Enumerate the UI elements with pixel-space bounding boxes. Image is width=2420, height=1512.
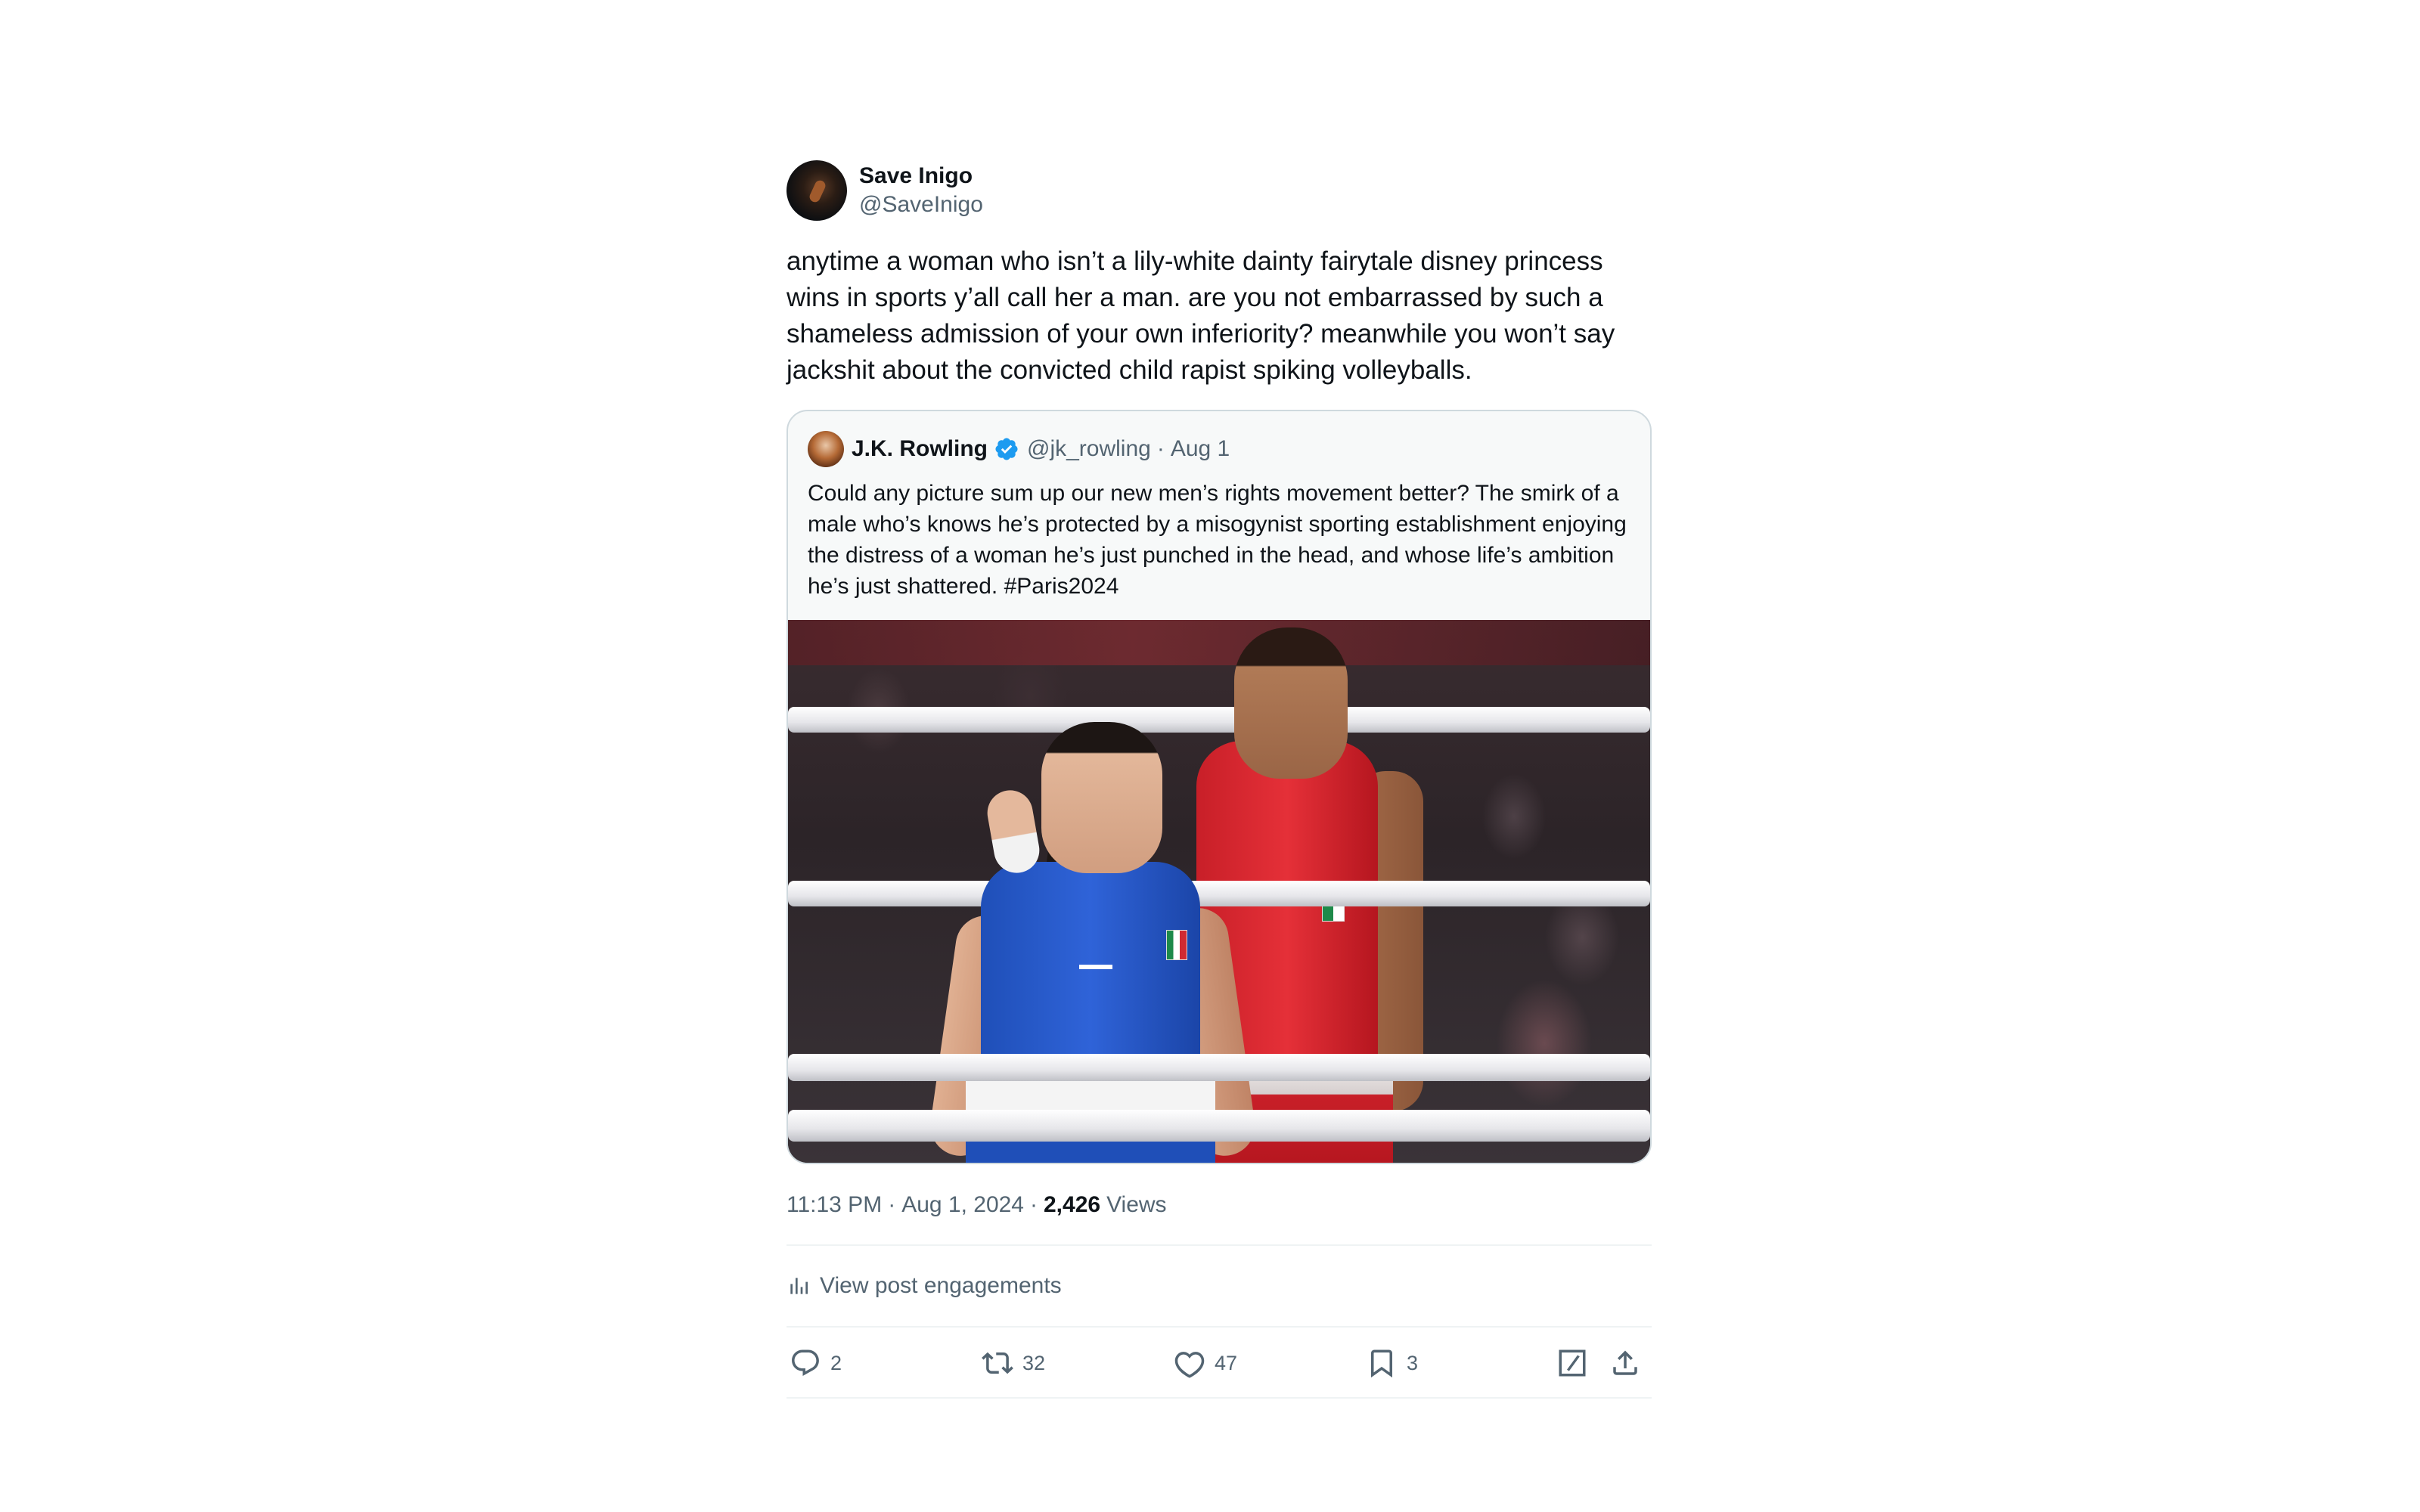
analytics-icon	[790, 1278, 808, 1294]
view-engagements-label: View post engagements	[820, 1273, 1062, 1298]
views-label: Views	[1106, 1192, 1167, 1217]
share-button[interactable]	[1609, 1347, 1650, 1379]
tweet: Save Inigo @SaveInigo anytime a woman wh…	[786, 159, 1652, 1399]
ring-rope	[788, 881, 1650, 906]
red-boxer-head	[1234, 627, 1348, 779]
repost-icon	[982, 1352, 1013, 1374]
like-icon	[1174, 1352, 1205, 1378]
quoted-separator: ·	[1156, 436, 1165, 461]
bookmark-count: 3	[1407, 1351, 1419, 1374]
tweet-author: Save Inigo @SaveInigo	[786, 159, 1652, 222]
quoted-tweet-header: J.K. Rowling @jk_rowling · Aug 1	[788, 411, 1650, 467]
quoted-tweet-text: Could any picture sum up our new men’s r…	[808, 481, 1627, 599]
ring-rope	[788, 707, 1650, 733]
author-display-name[interactable]: Save Inigo	[859, 162, 983, 191]
quoted-author-avatar	[808, 431, 844, 467]
reply-count: 2	[830, 1351, 842, 1374]
blue-boxer-head	[1041, 722, 1162, 873]
reply-icon	[792, 1349, 819, 1376]
quoted-tweet[interactable]: J.K. Rowling @jk_rowling · Aug 1 Could a…	[786, 410, 1652, 1164]
action-bar: 2 32 47 3	[786, 1328, 1652, 1397]
bookmark-icon	[1371, 1349, 1392, 1378]
tweet-time[interactable]: 11:13 PM	[786, 1192, 882, 1218]
like-count: 47	[1215, 1351, 1238, 1374]
grok-icon	[1559, 1349, 1586, 1377]
tweet-date[interactable]: Aug 1, 2024	[901, 1192, 1024, 1218]
bookmark-button[interactable]: 3	[1366, 1347, 1418, 1379]
quoted-date: Aug 1	[1170, 436, 1230, 461]
verified-badge-icon	[995, 438, 1018, 460]
views-count: 2,426	[1044, 1192, 1101, 1217]
reply-button[interactable]: 2	[790, 1347, 842, 1379]
meta-separator: ·	[888, 1192, 896, 1217]
repost-count: 32	[1022, 1351, 1046, 1374]
author-names: Save Inigo @SaveInigo	[859, 162, 983, 219]
repost-button[interactable]: 32	[982, 1347, 1045, 1379]
italy-flag-patch	[1166, 930, 1187, 960]
photo-crowd	[788, 620, 1650, 665]
author-handle[interactable]: @SaveInigo	[859, 191, 983, 219]
tweet-meta: 11:13 PM · Aug 1, 2024 · 2,426 Views	[786, 1190, 1652, 1220]
meta-separator: ·	[1030, 1192, 1038, 1217]
author-avatar[interactable]	[786, 160, 847, 221]
ring-rope	[788, 1054, 1650, 1081]
quoted-author-handle: @jk_rowling	[1027, 436, 1151, 461]
quoted-author-name: J.K. Rowling	[852, 436, 988, 461]
grok-button[interactable]	[1556, 1347, 1597, 1379]
divider	[786, 1397, 1652, 1399]
ring-rope	[788, 1110, 1650, 1142]
quoted-tweet-photo[interactable]	[788, 620, 1650, 1163]
tweet-text: anytime a woman who isn’t a lily-white d…	[786, 246, 1615, 385]
like-button[interactable]: 47	[1174, 1347, 1237, 1379]
view-engagements-link[interactable]: View post engagements	[786, 1246, 1652, 1326]
sportswear-logo	[1079, 953, 1112, 969]
share-icon	[1613, 1350, 1637, 1375]
